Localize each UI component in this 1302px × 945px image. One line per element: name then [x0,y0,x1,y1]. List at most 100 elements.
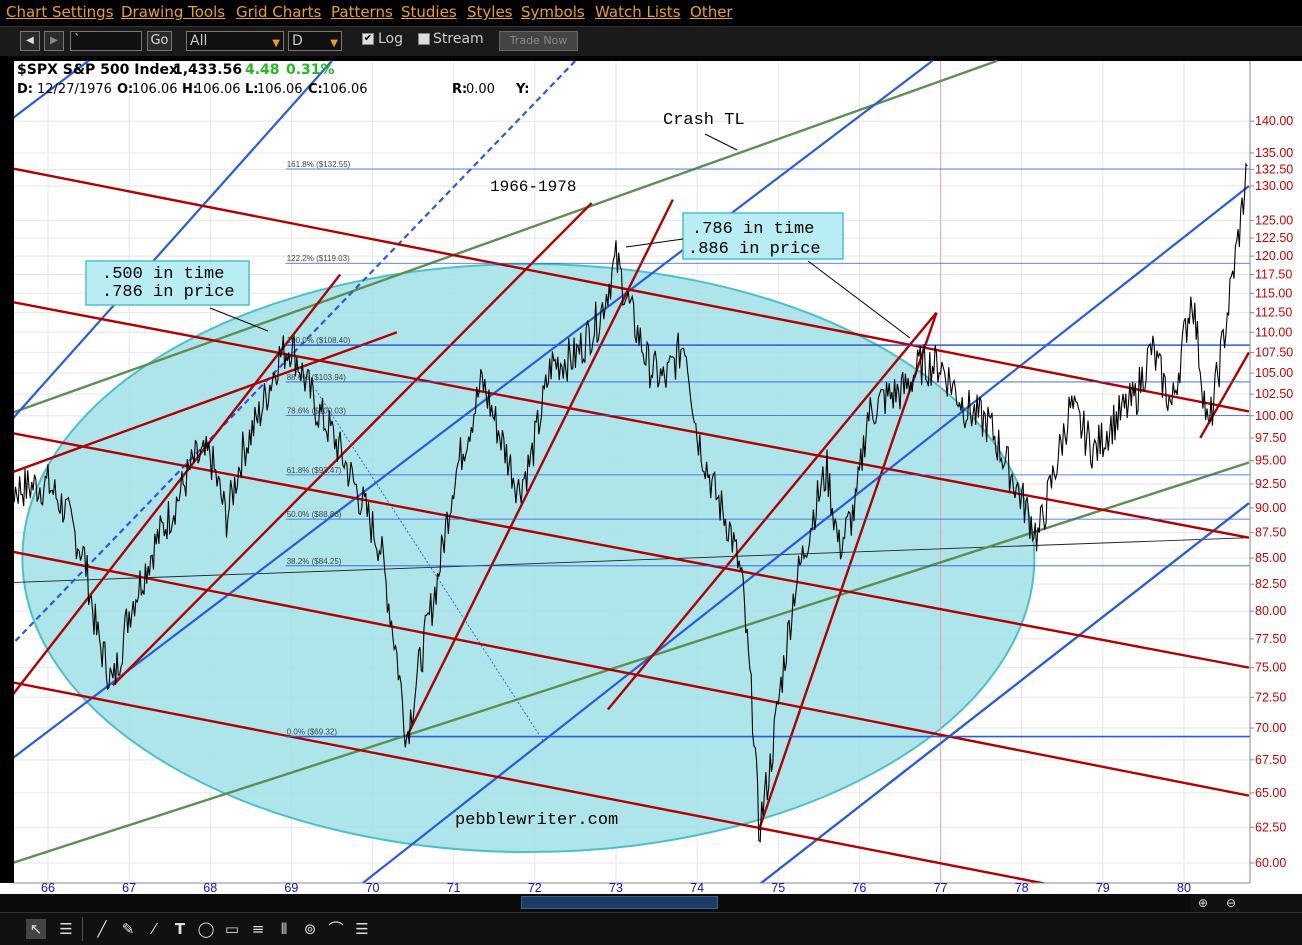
fib-level-label: 100.0% ($108.40) [287,336,351,345]
x-axis-tick-label: 80 [1177,881,1191,894]
y-axis-tick-label: 90.00 [1255,501,1286,515]
menu-other[interactable]: Other [690,3,733,21]
fib-level-label: 78.6% ($100.03) [287,406,346,415]
y-axis-tick-label: 77.50 [1255,632,1286,646]
line-tool-icon[interactable]: ╱ [92,919,112,939]
x-axis-tick-label: 79 [1096,881,1110,894]
x-axis-tick-label: 71 [447,881,461,894]
drawing-toolbar: ↖ ☰ ╱ ✎ ⁄ T ◯ ▭ ≡ ⦀ ⊚ ⌒ ☰ [0,912,1302,945]
period-select-value: D [292,33,303,49]
range-select-value: All [190,33,208,49]
menu-chart-settings[interactable]: Chart Settings [6,3,114,21]
fib-level-label: 122.2% ($119.03) [287,254,350,263]
fibonacci-time-tool-icon[interactable]: ⦀ [274,919,294,939]
y-axis-tick-label: 132.50 [1255,162,1293,176]
arc-tool-icon[interactable]: ⌒ [326,919,346,939]
y-label: Y: [515,82,529,97]
annotation-crash-tl: Crash TL [663,111,745,130]
menu-studies[interactable]: Studies [401,3,457,21]
prev-arrow-icon[interactable]: ◀ [20,31,40,51]
menu-watch-lists[interactable]: Watch Lists [595,3,681,21]
x-axis-tick-label: 77 [934,881,948,894]
last-price: 1,433.56 [173,62,242,78]
chart-area[interactable]: 0.0% ($69.32) 38.2% ($84.25) 50.0% ($88.86… [0,56,1302,894]
y-axis-tick-label: 100.00 [1255,409,1293,423]
scrollbar-thumb[interactable] [521,896,718,909]
y-axis-tick-label: 105.00 [1255,366,1293,380]
y-axis-tick-label: 95.00 [1255,454,1286,468]
pencil-tool-icon[interactable]: ✎ [118,919,138,939]
pointer-tool-icon[interactable]: ↖ [26,919,46,939]
ellipse-tool-icon[interactable]: ◯ [196,919,216,939]
ellipse-layer [21,263,1036,854]
annotation-box-1-line-2: .786 in price [102,283,235,302]
cyan-ellipse [21,263,1036,854]
r-value: 0.00 [466,82,495,97]
x-axis-tick-label: 67 [122,881,136,894]
ohlc-close-value: 106.06 [322,82,368,97]
period-select[interactable]: D ▼ [288,31,342,51]
x-axis-tick-label: 73 [609,881,623,894]
y-axis-tick-label: 110.00 [1255,325,1292,339]
y-axis-tick-label: 115.00 [1255,286,1292,300]
go-button[interactable]: Go [147,31,172,51]
chevron-down-icon: ▼ [330,38,338,49]
fib-level-label: 161.8% ($132.55) [287,160,351,169]
menu-drawing-tools[interactable]: Drawing Tools [121,3,225,21]
y-axis-tick-label: 80.00 [1255,604,1286,618]
annotation-box-2-line-1: .786 in time [692,220,814,239]
r-label: R: [452,82,467,97]
ohlc-low-value: 106.06 [257,82,303,97]
menu-patterns[interactable]: Patterns [331,3,393,21]
pattern-tool-icon[interactable]: ⊚ [300,919,320,939]
left-margin [0,56,14,883]
y-axis-tick-label: 125.00 [1255,213,1293,227]
stream-checkbox[interactable] [418,33,430,45]
y-axis-tick-label: 70.00 [1255,721,1286,735]
trendline-tool-icon[interactable]: ⁄ [144,919,164,939]
toolbar-separator [82,917,83,941]
menu-bar: Chart Settings Drawing Tools Grid Charts… [0,0,1302,24]
ohlc-date-label: D: [17,82,33,97]
x-axis-tick-label: 78 [1015,881,1029,894]
annotation-box-1-line-1: .500 in time [102,265,224,284]
log-label: Log [378,31,404,47]
y-axis-tick-label: 65.00 [1255,786,1286,800]
list-tool-icon[interactable]: ☰ [352,919,372,939]
menu-styles[interactable]: Styles [467,3,513,21]
menu-symbols[interactable]: Symbols [521,3,585,21]
y-axis-tick-label: 102.50 [1255,387,1293,401]
chevron-down-icon: ▼ [272,38,280,49]
log-checkbox[interactable]: ✔ [362,33,374,45]
symbol-title: $SPX S&P 500 Index [17,62,178,78]
zoom-out-icon[interactable]: ⊖ [1226,896,1236,910]
y-axis-tick-label: 87.50 [1255,526,1286,540]
y-axis-tick-label: 107.50 [1255,345,1293,359]
x-axis-tick-label: 74 [690,881,704,894]
y-axis-tick-label: 117.50 [1255,268,1292,282]
trade-now-button[interactable]: Trade Now [499,31,578,51]
zoom-in-icon[interactable]: ⊕ [1198,896,1208,910]
next-arrow-icon[interactable]: ▶ [44,31,64,51]
horizontal-scrollbar[interactable] [0,894,1250,912]
fibonacci-tool-icon[interactable]: ≡ [248,919,268,939]
fib-level-label: 38.2% ($84.25) [287,557,342,566]
rectangle-tool-icon[interactable]: ▭ [222,919,242,939]
y-axis-tick-label: 62.50 [1255,820,1286,834]
ohlc-open-value: 106.06 [132,82,178,97]
fib-level-label: 50.0% ($88.86) [287,510,342,519]
range-select[interactable]: All ▼ [186,31,284,51]
y-axis-tick-label: 140.00 [1255,114,1293,128]
y-axis-tick-label: 92.50 [1255,477,1286,491]
x-axis-tick-label: 75 [771,881,785,894]
y-axis-tick-label: 72.50 [1255,690,1286,704]
y-axis-tick-label: 67.50 [1255,753,1286,767]
x-axis-tick-label: 66 [41,881,55,894]
menu-icon[interactable]: ☰ [56,919,76,939]
x-axis: 65666768697071727374757677787980 [0,881,1302,894]
ohlc-date-value: 12/27/1976 [37,82,112,97]
chart-svg[interactable]: 0.0% ($69.32) 38.2% ($84.25) 50.0% ($88.86… [0,56,1302,894]
text-tool-icon[interactable]: T [170,919,190,939]
menu-grid-charts[interactable]: Grid Charts [236,3,321,21]
symbol-input[interactable]: ` [70,31,142,51]
